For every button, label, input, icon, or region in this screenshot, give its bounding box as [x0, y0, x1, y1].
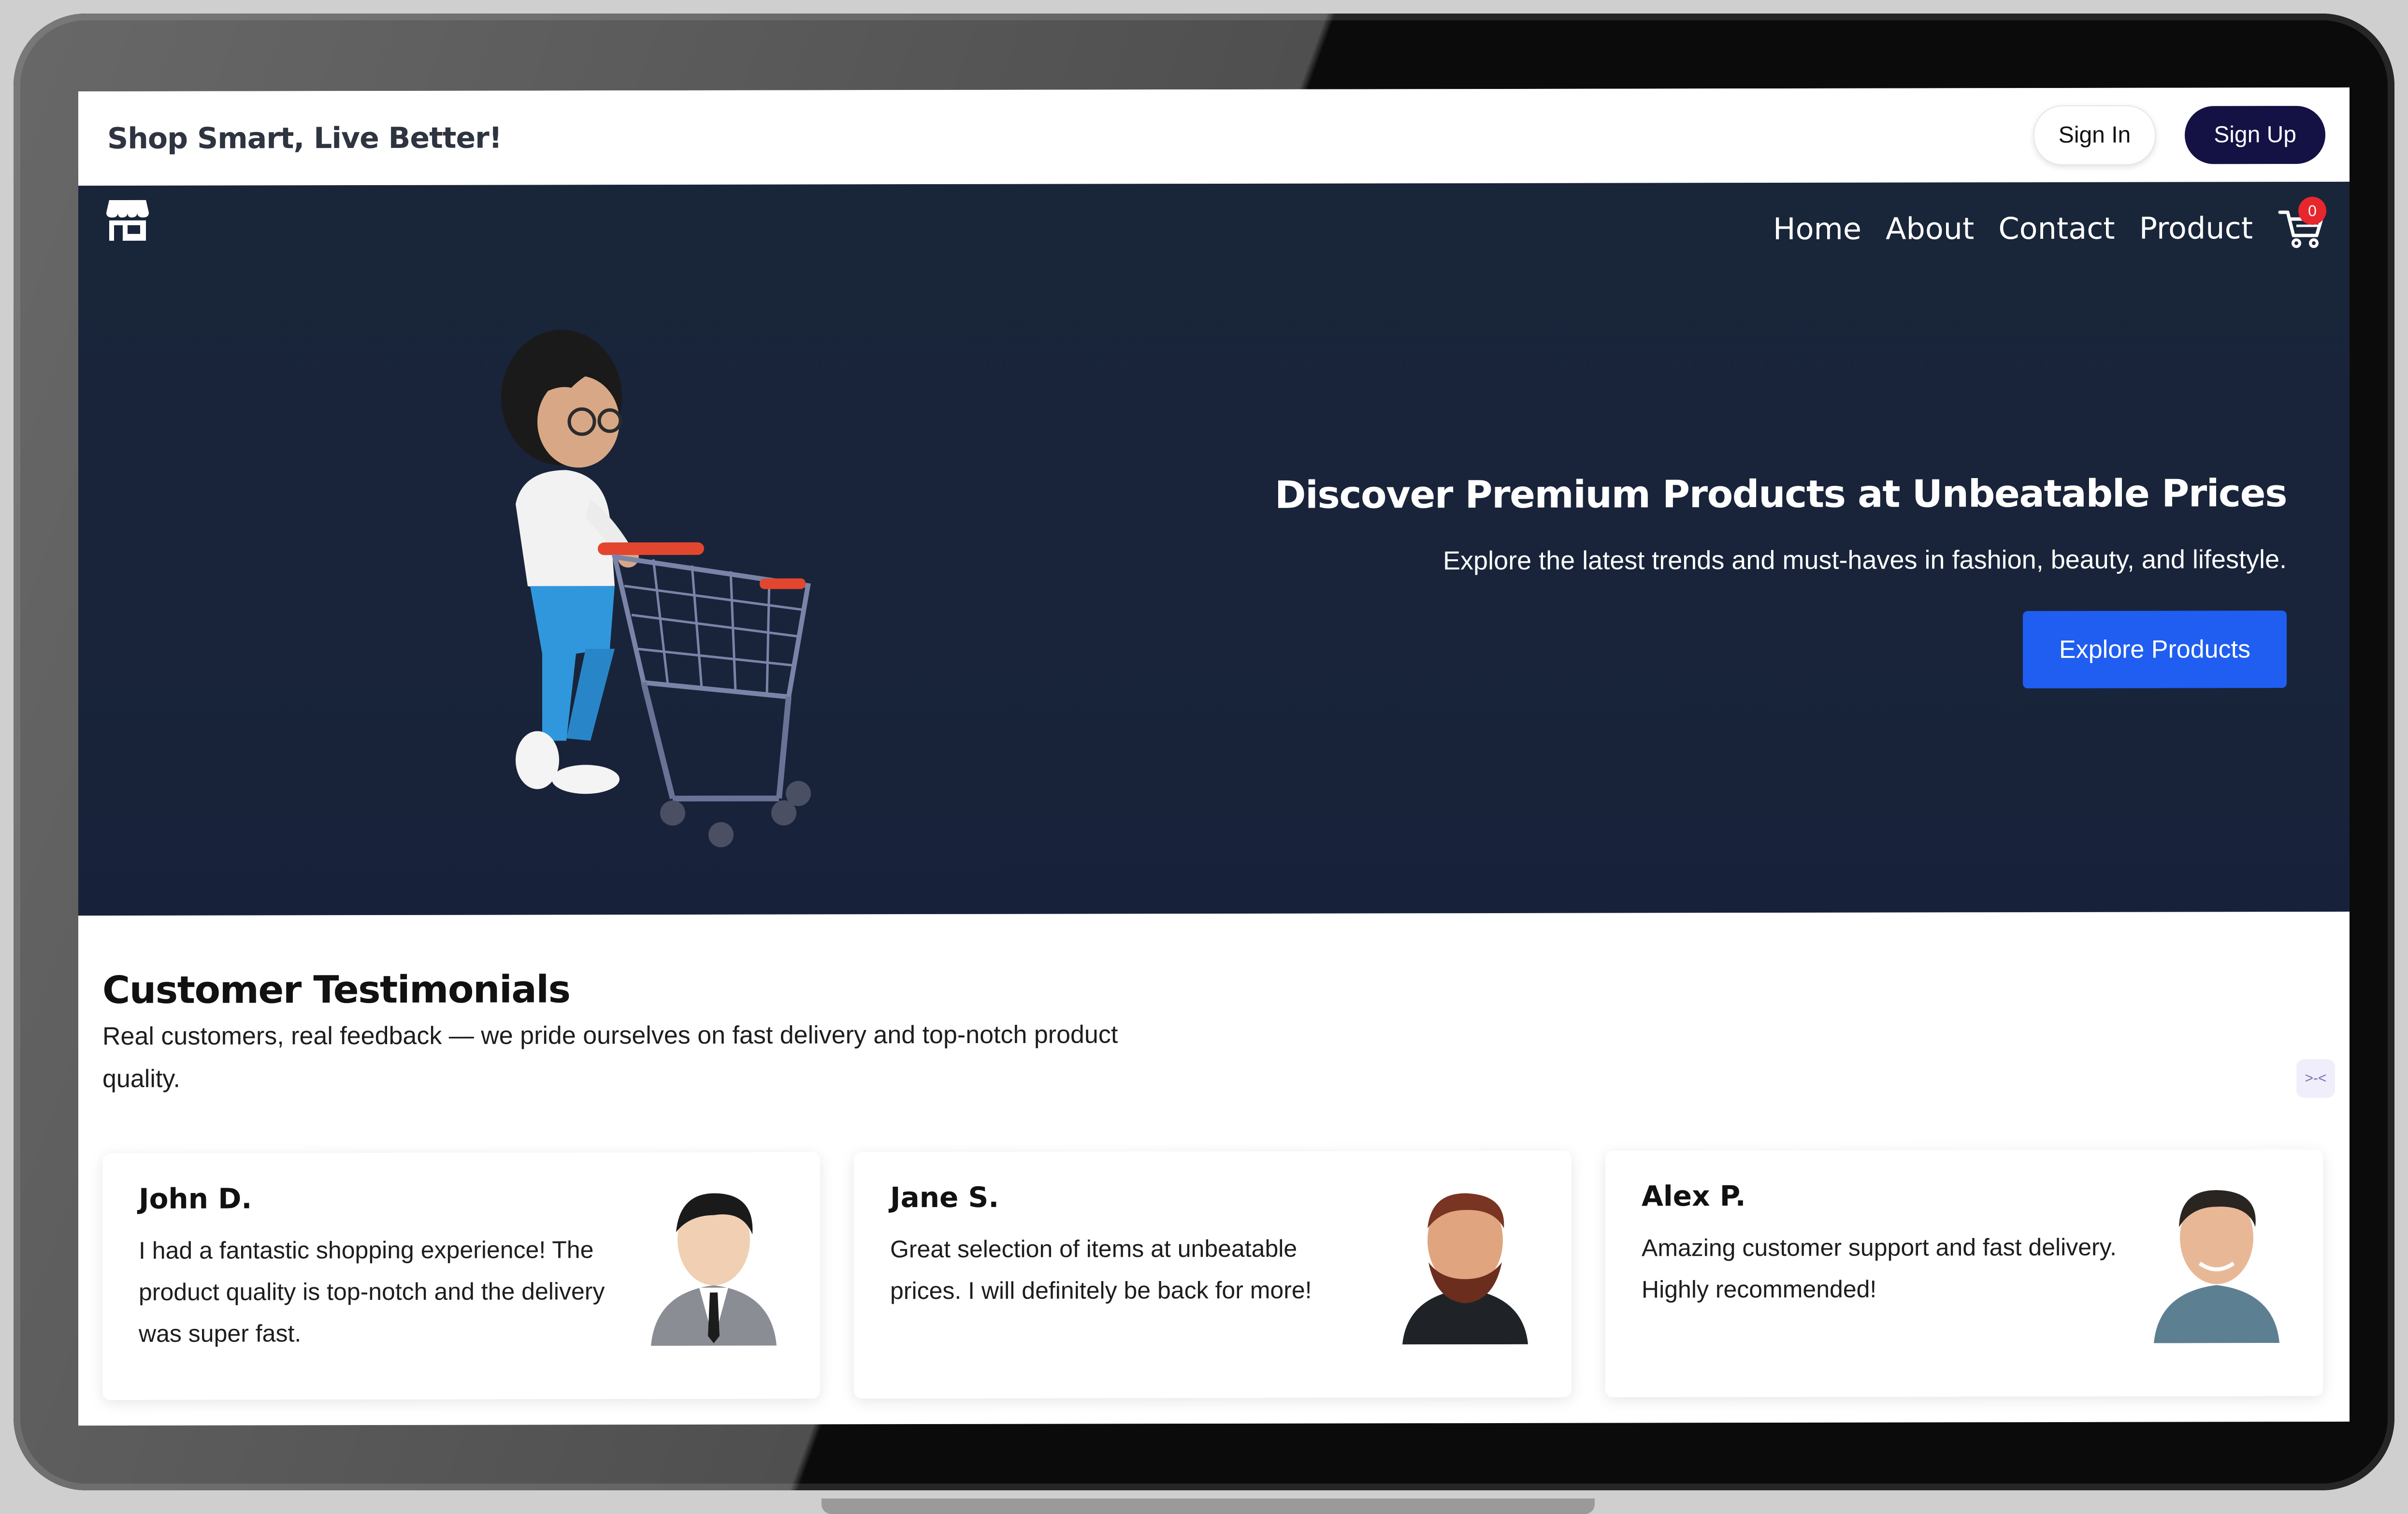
- nav-home[interactable]: Home: [1773, 211, 1861, 246]
- testimonials-section: Customer Testimonials Real customers, re…: [78, 912, 2350, 1400]
- hero-copy: Discover Premium Products at Unbeatable …: [1275, 472, 2287, 690]
- screen: Shop Smart, Live Better! Sign In Sign Up…: [78, 87, 2350, 1426]
- testimonial-text: Great selection of items at unbeatable p…: [890, 1235, 1312, 1305]
- avatar: [1402, 1193, 1528, 1345]
- shopper-illustration: [501, 330, 811, 847]
- hero-section: Home About Contact Product 0 Discover Pr…: [78, 181, 2350, 916]
- laptop-base: [822, 1499, 1595, 1514]
- hero-subtitle: Explore the latest trends and must-haves…: [1443, 545, 2287, 576]
- avatar: [651, 1193, 777, 1346]
- testimonial-card: Alex P. Amazing customer support and fas…: [1605, 1149, 2323, 1398]
- cart-count-badge: 0: [2298, 196, 2326, 225]
- store-icon[interactable]: [103, 195, 152, 244]
- testimonial-card: Jane S. Great selection of items at unbe…: [854, 1150, 1572, 1399]
- chat-widget-icon[interactable]: >-<: [2296, 1059, 2335, 1098]
- device-photo: Shop Smart, Live Better! Sign In Sign Up…: [0, 0, 2408, 1514]
- nav-about[interactable]: About: [1886, 211, 1974, 246]
- sign-in-button[interactable]: Sign In: [2033, 105, 2156, 165]
- nav-product[interactable]: Product: [2139, 210, 2253, 246]
- hero-title: Discover Premium Products at Unbeatable …: [1274, 472, 2287, 517]
- explore-products-button[interactable]: Explore Products: [2023, 611, 2287, 689]
- testimonials-subtitle: Real customers, real feedback — we pride…: [102, 1020, 1118, 1093]
- testimonial-text: I had a fantastic shopping experience! T…: [139, 1236, 605, 1347]
- sign-up-button[interactable]: Sign Up: [2185, 105, 2325, 164]
- testimonials-title: Customer Testimonials: [102, 968, 570, 1013]
- top-bar: Shop Smart, Live Better! Sign In Sign Up: [78, 87, 2350, 186]
- main-nav: Home About Contact Product 0: [1773, 196, 2326, 253]
- testimonial-card: John D. I had a fantastic shopping exper…: [102, 1152, 820, 1400]
- nav-contact[interactable]: Contact: [1998, 210, 2115, 246]
- shopping-cart-icon[interactable]: 0: [2277, 196, 2326, 252]
- auth-buttons: Sign In Sign Up: [2033, 104, 2325, 165]
- site-tagline: Shop Smart, Live Better!: [107, 121, 502, 156]
- avatar: [2154, 1190, 2279, 1343]
- testimonial-text: Amazing customer support and fast delive…: [1642, 1233, 2117, 1303]
- testimonial-cards: John D. I had a fantastic shopping exper…: [102, 1149, 2325, 1400]
